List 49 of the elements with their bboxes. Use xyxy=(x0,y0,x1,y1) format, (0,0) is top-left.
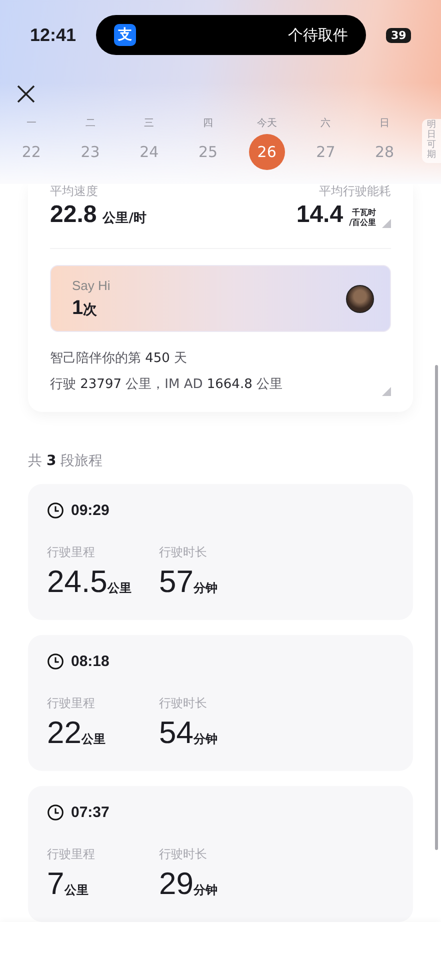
clock-icon xyxy=(47,804,64,821)
trip-card[interactable]: 09:29 行驶里程 24.5公里 行驶时长 57分钟 xyxy=(28,484,413,620)
metric-label: 行驶里程 xyxy=(47,696,96,710)
day-tab[interactable]: 六 27 xyxy=(296,116,356,170)
stat-value: 22.8 xyxy=(50,202,97,228)
avatar-icon xyxy=(346,284,374,312)
metric-label: 行驶时长 xyxy=(159,696,208,710)
say-hi-title: Say Hi xyxy=(72,278,110,292)
trip-card[interactable]: 08:18 行驶里程 22公里 行驶时长 54分钟 xyxy=(28,635,413,771)
app-icon: 支 xyxy=(114,24,136,46)
day-tab[interactable]: 一 22 xyxy=(2,116,61,170)
metric-value: 7公里 xyxy=(47,867,90,901)
metric-value: 57分钟 xyxy=(159,565,218,599)
side-tab[interactable]: 明日可期 xyxy=(422,119,441,163)
day-tab[interactable]: 今天 26 xyxy=(237,116,296,170)
metric-value: 24.5公里 xyxy=(47,565,132,599)
say-hi-panel[interactable]: Say Hi 1次 xyxy=(50,265,391,332)
day-tab[interactable]: 三 24 xyxy=(120,116,179,170)
metric-value: 29分钟 xyxy=(159,867,218,901)
corner-icon xyxy=(382,387,391,396)
metric-value: 22公里 xyxy=(47,716,106,750)
day-tab[interactable]: 二 23 xyxy=(60,116,120,170)
metric-label: 行驶里程 xyxy=(47,545,96,559)
day-tab[interactable]: 日 28 xyxy=(355,116,414,170)
island-text: 个待取件 xyxy=(288,26,348,44)
clock-icon xyxy=(47,502,64,519)
battery-indicator: 39 xyxy=(386,28,412,42)
metric-label: 行驶时长 xyxy=(159,545,208,559)
trip-time: 08:18 xyxy=(71,653,110,670)
summary-text: 行驶 23797 公里，IM AD 1664.8 公里 xyxy=(50,376,282,394)
metric-value: 54分钟 xyxy=(159,716,218,750)
dynamic-island[interactable]: 支 个待取件 xyxy=(96,15,366,55)
corner-icon xyxy=(382,219,391,228)
trip-time: 09:29 xyxy=(71,502,110,519)
stat-label: 平均速度 xyxy=(50,184,98,198)
stat-unit: 公里/时 xyxy=(102,210,146,228)
trips-heading: 共 3 段旅程 xyxy=(28,452,104,470)
day-tab[interactable]: 四 25 xyxy=(178,116,238,170)
stat-unit: 千瓦时 /百公里 xyxy=(349,208,376,228)
metric-label: 行驶里程 xyxy=(47,847,96,861)
summary-text: 智己陪伴你的第 450 天 xyxy=(50,350,188,368)
status-time: 12:41 xyxy=(30,24,78,46)
stat-label: 平均行驶能耗 xyxy=(319,184,391,198)
metric-label: 行驶时长 xyxy=(159,847,208,861)
say-hi-count: 1次 xyxy=(72,296,98,320)
trip-card[interactable]: 07:37 行驶里程 7公里 行驶时长 29分钟 xyxy=(28,786,413,922)
trip-time: 07:37 xyxy=(71,804,110,821)
stat-value: 14.4 xyxy=(296,202,344,228)
clock-icon xyxy=(47,653,64,670)
